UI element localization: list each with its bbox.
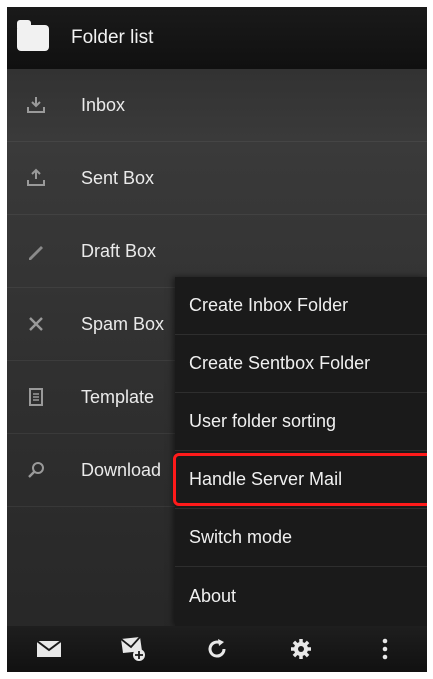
refresh-icon[interactable] [197,629,237,669]
menu-item-create-sentbox-folder[interactable]: Create Sentbox Folder [175,335,427,393]
menu-item-create-inbox-folder[interactable]: Create Inbox Folder [175,277,427,335]
menu-item-switch-mode[interactable]: Switch mode [175,509,427,567]
folder-label: Spam Box [81,313,165,334]
envelope-icon[interactable] [29,629,69,669]
folder-label: Template [81,386,155,407]
draft-icon [23,238,49,264]
bottom-toolbar [7,626,427,672]
folder-item-inbox[interactable]: Inbox [7,69,427,142]
options-menu: Create Inbox Folder Create Sentbox Folde… [173,277,427,626]
menu-item-user-folder-sorting[interactable]: User folder sorting [175,393,427,451]
title-bar: Folder list [7,7,427,69]
spam-icon [23,311,49,337]
download-search-icon [23,457,49,483]
folder-label: Draft Box [81,240,157,261]
folder-item-sent-box[interactable]: Sent Box [7,142,427,215]
folder-label: Download [81,459,162,480]
settings-gear-icon[interactable] [281,629,321,669]
more-options-icon[interactable] [365,629,405,669]
menu-item-handle-server-mail[interactable]: Handle Server Mail [173,451,427,509]
inbox-icon [23,92,49,118]
menu-item-about[interactable]: About [175,567,427,625]
page-title: Folder list [71,27,154,48]
template-icon [23,384,49,410]
folder-icon [17,20,49,51]
folder-label: Sent Box [81,167,155,188]
email-app-screen: Folder list Inbox Sent Box Draft Box Spa… [7,7,427,672]
folder-label: Inbox [81,94,126,115]
sent-box-icon [23,165,49,191]
compose-mail-icon[interactable] [113,629,153,669]
